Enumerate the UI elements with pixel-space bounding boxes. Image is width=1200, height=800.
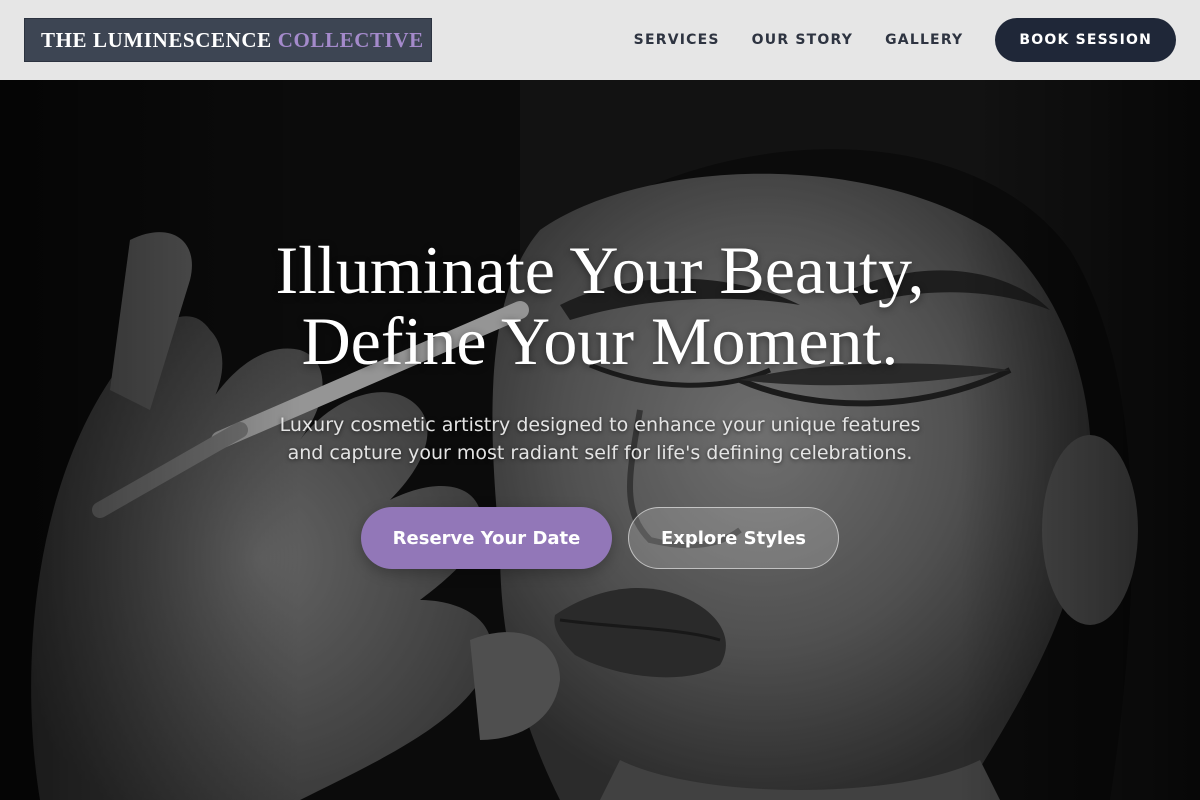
hero-subtext: Luxury cosmetic artistry designed to enh… xyxy=(250,411,950,467)
landing-page: THE LUMINESCENCE COLLECTIVE SERVICES OUR… xyxy=(0,0,1200,800)
hero-headline-line-2: Define Your Moment. xyxy=(301,303,899,379)
brand-logo[interactable]: THE LUMINESCENCE COLLECTIVE xyxy=(24,18,432,62)
hero-subtext-line-2: and capture your most radiant self for l… xyxy=(287,442,913,464)
hero-headline-line-1: Illuminate Your Beauty, xyxy=(275,232,925,308)
nav-link-our-story[interactable]: OUR STORY xyxy=(752,32,853,48)
nav-link-services[interactable]: SERVICES xyxy=(634,32,720,48)
site-header: THE LUMINESCENCE COLLECTIVE SERVICES OUR… xyxy=(0,0,1200,80)
hero-subtext-line-1: Luxury cosmetic artistry designed to enh… xyxy=(279,414,921,436)
reserve-your-date-button[interactable]: Reserve Your Date xyxy=(361,507,612,569)
book-session-button[interactable]: BOOK SESSION xyxy=(995,18,1176,62)
hero-section: Illuminate Your Beauty, Define Your Mome… xyxy=(0,80,1200,800)
brand-name-accent: COLLECTIVE xyxy=(277,27,424,52)
explore-styles-button[interactable]: Explore Styles xyxy=(628,507,839,569)
hero-headline: Illuminate Your Beauty, Define Your Mome… xyxy=(0,235,1200,377)
hero-cta-row: Reserve Your Date Explore Styles xyxy=(0,507,1200,569)
nav-link-gallery[interactable]: GALLERY xyxy=(885,32,963,48)
main-nav: SERVICES OUR STORY GALLERY BOOK SESSION xyxy=(634,18,1176,62)
hero-content: Illuminate Your Beauty, Define Your Mome… xyxy=(0,235,1200,569)
brand-name-primary: THE LUMINESCENCE xyxy=(41,27,272,52)
